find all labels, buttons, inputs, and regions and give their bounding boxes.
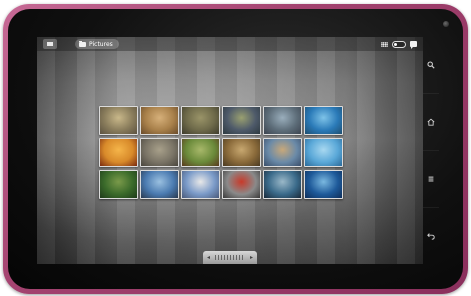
status-actions: [381, 40, 417, 49]
back-key[interactable]: [423, 207, 439, 264]
thumbnail-sky-water[interactable]: [304, 138, 343, 167]
thumbnail-city-skyline[interactable]: [140, 170, 179, 199]
home-key[interactable]: [423, 93, 439, 150]
thumbnail-grid: [99, 106, 343, 199]
thumbnail-jungle[interactable]: [99, 170, 138, 199]
thumbnail-palm-tree[interactable]: [304, 106, 343, 135]
breadcrumb[interactable]: Pictures: [75, 39, 119, 49]
thumbnail-city-buildings[interactable]: [222, 106, 261, 135]
gallery-screen: Pictures ◂ ▸: [37, 37, 423, 264]
home-icon[interactable]: [43, 39, 57, 49]
handle-left-arrow: ◂: [207, 254, 211, 261]
thumbnail-waterfront[interactable]: [263, 106, 302, 135]
back-icon: [427, 233, 435, 240]
menu-icon: [428, 176, 434, 182]
thumbnail-race-car[interactable]: [222, 170, 261, 199]
breadcrumb-label: Pictures: [89, 40, 113, 48]
chat-icon[interactable]: [410, 41, 417, 49]
status-bar: Pictures: [37, 37, 423, 51]
search-key[interactable]: [423, 37, 439, 93]
thumbnail-rhino[interactable]: [181, 106, 220, 135]
thumbnail-ocean-wave[interactable]: [304, 170, 343, 199]
thumbnail-elephant[interactable]: [140, 138, 179, 167]
grid-view-icon[interactable]: [381, 41, 388, 47]
handle-grip: [215, 255, 245, 260]
thumbnail-harbor[interactable]: [263, 138, 302, 167]
thumbnail-dog[interactable]: [222, 138, 261, 167]
thumbnail-capitol[interactable]: [181, 170, 220, 199]
thumbnail-orca[interactable]: [263, 170, 302, 199]
camera-icon: [443, 21, 449, 27]
hardware-keys: [423, 37, 439, 264]
handle-right-arrow: ▸: [249, 254, 253, 261]
folder-icon: [79, 40, 86, 47]
menu-key[interactable]: [423, 150, 439, 207]
drawer-handle[interactable]: ◂ ▸: [203, 251, 257, 264]
thumbnail-lion[interactable]: [99, 106, 138, 135]
search-icon: [427, 61, 435, 69]
thumbnail-squirrel[interactable]: [181, 138, 220, 167]
toggle-switch[interactable]: [392, 40, 406, 48]
home-icon: [427, 118, 435, 126]
thumbnail-lighthouse-sunset[interactable]: [99, 138, 138, 167]
thumbnail-lioness[interactable]: [140, 106, 179, 135]
